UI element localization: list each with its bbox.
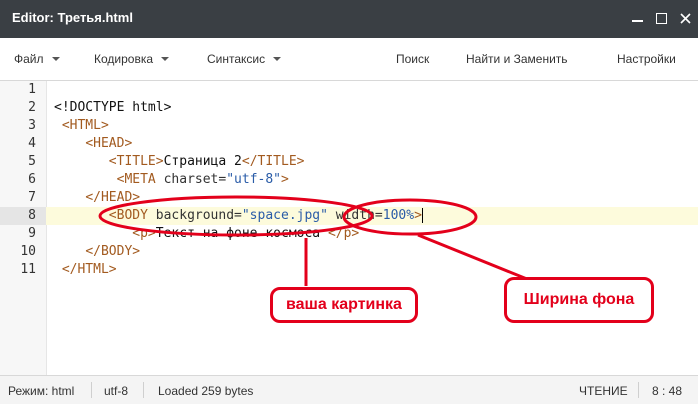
width-highlight-ellipse (342, 198, 478, 236)
width-pointer-line (417, 233, 533, 283)
status-encoding: utf-8 (104, 384, 129, 398)
status-mode: Режим: html (8, 384, 75, 398)
picture-highlight-ellipse (98, 195, 374, 237)
status-bar: Режим: html utf-8 Loaded 259 bytes ЧТЕНИ… (0, 375, 698, 404)
status-divider (638, 382, 639, 398)
status-divider (91, 382, 92, 398)
status-read-mode: ЧТЕНИЕ (579, 384, 628, 398)
picture-annotation-label: ваша картинка (270, 287, 418, 323)
status-divider (143, 382, 144, 398)
annotation-overlay (98, 195, 533, 286)
status-cursor-position: 8 : 48 (652, 384, 683, 398)
status-loaded: Loaded 259 bytes (158, 384, 254, 398)
width-annotation-label: Ширина фона (504, 277, 654, 323)
